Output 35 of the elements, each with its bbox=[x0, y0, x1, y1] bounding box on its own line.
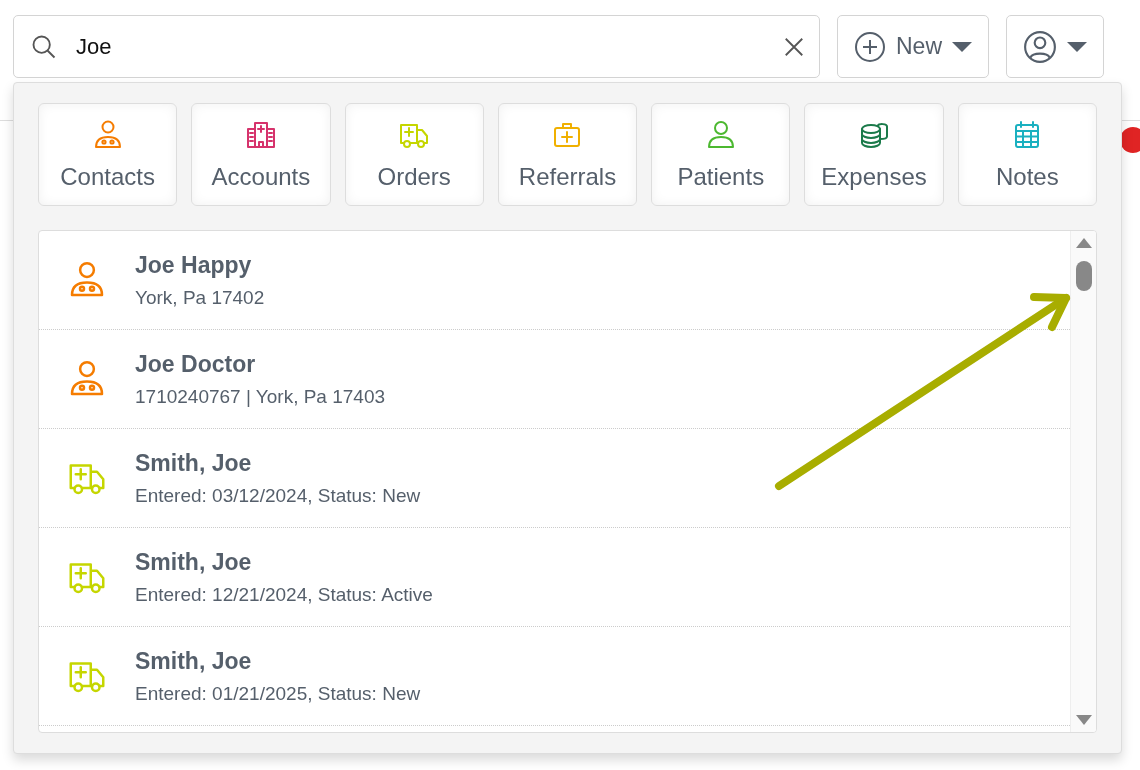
user-circle-icon bbox=[1023, 29, 1057, 64]
caret-icon bbox=[952, 40, 972, 53]
result-title: Joe Doctor bbox=[135, 350, 257, 378]
result-detail: Entered: 03/12/2024, Status: New bbox=[135, 484, 421, 507]
result-row[interactable]: Joe Happy York, Pa 17402 bbox=[39, 231, 1070, 330]
result-detail: Entered: 01/21/2025, Status: New bbox=[135, 682, 421, 705]
profile-button[interactable] bbox=[1006, 15, 1104, 78]
result-detail: 1710240767 | York, Pa 17403 bbox=[135, 385, 386, 408]
notification-dot bbox=[1120, 127, 1140, 153]
caret-icon bbox=[1067, 40, 1087, 53]
result-title: Joe Happy bbox=[135, 251, 253, 279]
plus-circle-icon bbox=[854, 30, 886, 63]
category-tile[interactable]: Referrals bbox=[497, 103, 638, 206]
result-row[interactable]: Smith, Joe Entered: 03/12/2024, Status: New bbox=[39, 429, 1070, 528]
category-tile[interactable]: Expenses bbox=[804, 103, 944, 206]
category-tile[interactable]: Accounts bbox=[191, 103, 331, 206]
scroll-thumb[interactable] bbox=[1075, 261, 1092, 291]
close-icon[interactable] bbox=[783, 35, 805, 58]
category-tile[interactable]: Notes bbox=[957, 103, 1097, 206]
scroll-down-icon[interactable] bbox=[1075, 714, 1092, 726]
result-detail: Entered: 12/21/2024, Status: Active bbox=[135, 583, 433, 606]
result-row[interactable]: Smith, Joe Entered: 01/21/2025, Status: New bbox=[39, 627, 1070, 726]
search-field[interactable]: Joe bbox=[13, 15, 820, 78]
category-tile[interactable]: Patients bbox=[651, 103, 791, 206]
result-title: Smith, Joe bbox=[135, 548, 253, 576]
result-detail: York, Pa 17402 bbox=[135, 286, 265, 309]
category-tile[interactable]: Orders bbox=[344, 103, 484, 206]
scrollbar[interactable] bbox=[1070, 231, 1096, 732]
scroll-up-icon[interactable] bbox=[1075, 237, 1092, 249]
result-title: Smith, Joe bbox=[135, 647, 253, 675]
new-button[interactable]: New bbox=[837, 15, 989, 78]
result-row[interactable]: Smith, Joe Entered: 12/21/2024, Status: Active bbox=[39, 528, 1070, 627]
result-title: Smith, Joe bbox=[135, 449, 253, 477]
category-tile[interactable]: Contacts bbox=[38, 103, 178, 206]
search-input[interactable]: Joe bbox=[74, 32, 767, 61]
